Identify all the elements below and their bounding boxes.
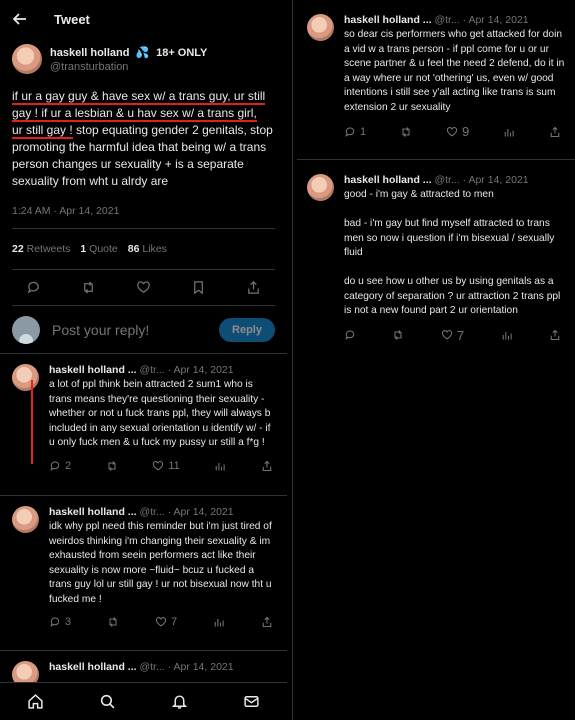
reply-composer: Post your reply! Reply bbox=[0, 306, 287, 354]
reply-actions: 2 11 bbox=[49, 460, 277, 472]
reply-author-name[interactable]: haskell holland ... bbox=[49, 364, 137, 376]
home-icon[interactable] bbox=[27, 693, 44, 710]
reply-handle[interactable]: @tr... bbox=[139, 661, 164, 673]
views-icon[interactable] bbox=[501, 328, 513, 343]
tweet-timestamp[interactable]: 1:24 AM · Apr 14, 2021 bbox=[12, 190, 275, 229]
column-divider bbox=[292, 0, 293, 720]
red-annotation-bar bbox=[31, 380, 33, 464]
share-icon[interactable] bbox=[261, 616, 273, 628]
reply-tweet[interactable]: haskell holland ... @tr... · Apr 14, 202… bbox=[0, 496, 287, 651]
reply-tweet[interactable]: haskell holland ... @tr... · Apr 14, 202… bbox=[0, 354, 287, 496]
page-title: Tweet bbox=[54, 11, 90, 27]
search-icon[interactable] bbox=[99, 693, 116, 710]
like-icon[interactable] bbox=[136, 280, 151, 295]
reply-tweet[interactable]: haskell holland ... @tr... · Apr 14, 202… bbox=[297, 160, 575, 349]
reply-text: idk why ppl need this reminder but i'm j… bbox=[49, 521, 272, 605]
main-tweet-actions bbox=[12, 270, 275, 306]
author-handle[interactable]: @transturbation bbox=[50, 60, 207, 74]
back-arrow-icon[interactable] bbox=[12, 11, 40, 27]
verified-icon: 💦 bbox=[135, 46, 150, 59]
main-tweet-author: haskell holland 💦 18+ ONLY @transturbati… bbox=[0, 38, 287, 74]
avatar[interactable] bbox=[307, 174, 334, 201]
reply-button[interactable]: Reply bbox=[219, 317, 275, 342]
reply-author-name[interactable]: haskell holland ... bbox=[344, 14, 432, 26]
reply-handle[interactable]: @tr... bbox=[139, 364, 164, 376]
avatar[interactable] bbox=[307, 14, 334, 41]
reply-handle[interactable]: @tr... bbox=[434, 14, 459, 26]
reply-icon[interactable]: 1 bbox=[344, 124, 366, 139]
reply-icon[interactable] bbox=[344, 328, 356, 343]
share-icon[interactable] bbox=[549, 328, 561, 343]
share-icon[interactable] bbox=[246, 280, 261, 295]
notifications-icon[interactable] bbox=[171, 693, 188, 710]
reply-text: a lot of ppl think bein attracted 2 sum1… bbox=[49, 379, 271, 448]
views-icon[interactable] bbox=[214, 460, 226, 472]
reply-text: good - i'm gay & attracted to men bad - … bbox=[344, 189, 561, 316]
like-icon[interactable]: 11 bbox=[152, 460, 180, 472]
reply-date[interactable]: · Apr 14, 2021 bbox=[463, 14, 529, 26]
reply-actions: 3 7 bbox=[49, 616, 277, 628]
views-icon[interactable] bbox=[503, 124, 515, 139]
underlined-line-2: gay ! if ur a lesbian & u hav sex w/ a t… bbox=[12, 106, 257, 122]
reply-date[interactable]: · Apr 14, 2021 bbox=[463, 174, 529, 186]
retweets-stat[interactable]: 22 Retweets bbox=[12, 243, 70, 255]
reply-author-name[interactable]: haskell holland ... bbox=[344, 174, 432, 186]
retweet-icon[interactable] bbox=[106, 460, 118, 472]
underlined-line-3: ur still gay ! bbox=[12, 123, 73, 139]
reply-icon[interactable] bbox=[26, 280, 41, 295]
main-tweet-text: if ur a gay guy & have sex w/ a trans gu… bbox=[0, 74, 287, 190]
like-icon[interactable]: 7 bbox=[155, 616, 177, 628]
reply-icon[interactable]: 2 bbox=[49, 460, 71, 472]
author-badge-text: 18+ ONLY bbox=[156, 46, 208, 59]
messages-icon[interactable] bbox=[243, 693, 260, 710]
reply-author-name[interactable]: haskell holland ... bbox=[49, 506, 137, 518]
author-name[interactable]: haskell holland bbox=[50, 47, 129, 59]
share-icon[interactable] bbox=[549, 124, 561, 139]
left-column: Tweet haskell holland 💦 18+ ONLY @transt… bbox=[0, 0, 287, 720]
reply-author-name[interactable]: haskell holland ... bbox=[49, 661, 137, 673]
retweet-icon[interactable] bbox=[392, 328, 404, 343]
tweet-stats: 22 Retweets 1 Quote 86 Likes bbox=[12, 229, 275, 270]
avatar[interactable] bbox=[12, 44, 42, 74]
reply-actions: 1 9 bbox=[344, 124, 565, 139]
reply-date[interactable]: · Apr 14, 2021 bbox=[168, 506, 234, 518]
underlined-line-1: if ur a gay guy & have sex w/ a trans gu… bbox=[12, 89, 266, 105]
reply-input[interactable]: Post your reply! bbox=[52, 322, 219, 338]
top-header: Tweet bbox=[0, 0, 287, 38]
likes-stat[interactable]: 86 Likes bbox=[128, 243, 167, 255]
reply-icon[interactable]: 3 bbox=[49, 616, 71, 628]
like-icon[interactable]: 9 bbox=[446, 124, 469, 139]
avatar[interactable] bbox=[12, 364, 39, 391]
bottom-navigation bbox=[0, 682, 287, 720]
quotes-stat[interactable]: 1 Quote bbox=[80, 243, 117, 255]
user-avatar bbox=[12, 315, 40, 344]
retweet-icon[interactable] bbox=[81, 280, 96, 295]
views-icon[interactable] bbox=[213, 616, 225, 628]
avatar[interactable] bbox=[12, 506, 39, 533]
reply-handle[interactable]: @tr... bbox=[434, 174, 459, 186]
retweet-icon[interactable] bbox=[400, 124, 412, 139]
reply-actions: 7 bbox=[344, 328, 565, 343]
bookmark-icon[interactable] bbox=[191, 280, 206, 295]
reply-handle[interactable]: @tr... bbox=[139, 506, 164, 518]
reply-tweet[interactable]: haskell holland ... @tr... · Apr 14, 202… bbox=[297, 0, 575, 160]
like-icon[interactable]: 7 bbox=[441, 328, 464, 343]
reply-text: so dear cis performers who get attacked … bbox=[344, 29, 568, 113]
right-column: haskell holland ... @tr... · Apr 14, 202… bbox=[297, 0, 575, 720]
reply-date[interactable]: · Apr 14, 2021 bbox=[168, 364, 234, 376]
reply-date[interactable]: · Apr 14, 2021 bbox=[168, 661, 234, 673]
retweet-icon[interactable] bbox=[107, 616, 119, 628]
share-icon[interactable] bbox=[261, 460, 273, 472]
